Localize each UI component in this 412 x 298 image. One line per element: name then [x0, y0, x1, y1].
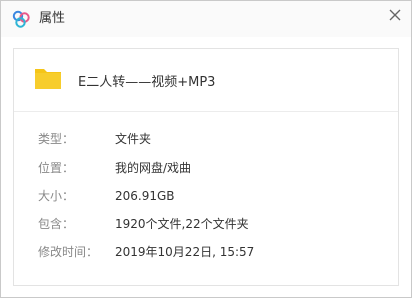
properties-dialog: 属性 E二人转——视频+MP3 类型： 文件夹 位置： 我的网盘/戏曲 大小： …	[0, 0, 412, 298]
property-label: 大小：	[38, 189, 75, 203]
property-label: 包含：	[38, 217, 75, 231]
file-header: E二人转——视频+MP3	[14, 49, 398, 112]
file-name: E二人转——视频+MP3	[78, 75, 216, 90]
property-row-type: 类型： 文件夹	[14, 130, 398, 148]
property-value: 1920个文件,22个文件夹	[115, 217, 249, 231]
property-value: 2019年10月22日, 15:57	[115, 245, 255, 259]
property-row-modified: 修改时间： 2019年10月22日, 15:57	[14, 243, 398, 261]
property-row-size: 大小： 206.91GB	[14, 187, 398, 205]
property-label: 修改时间：	[38, 245, 99, 259]
property-value: 文件夹	[115, 132, 152, 146]
cloud-logo-icon	[12, 10, 30, 28]
properties-panel: E二人转——视频+MP3 类型： 文件夹 位置： 我的网盘/戏曲 大小： 206…	[13, 48, 399, 286]
property-row-contents: 包含： 1920个文件,22个文件夹	[14, 215, 398, 233]
property-value: 我的网盘/戏曲	[115, 161, 192, 175]
property-label: 位置：	[38, 161, 75, 175]
property-value: 206.91GB	[115, 189, 175, 203]
title-bar: 属性	[1, 1, 411, 37]
dialog-title: 属性	[39, 11, 66, 26]
property-label: 类型：	[38, 132, 75, 146]
close-icon[interactable]	[385, 5, 405, 25]
property-row-location: 位置： 我的网盘/戏曲	[14, 159, 398, 177]
folder-icon	[35, 69, 61, 89]
